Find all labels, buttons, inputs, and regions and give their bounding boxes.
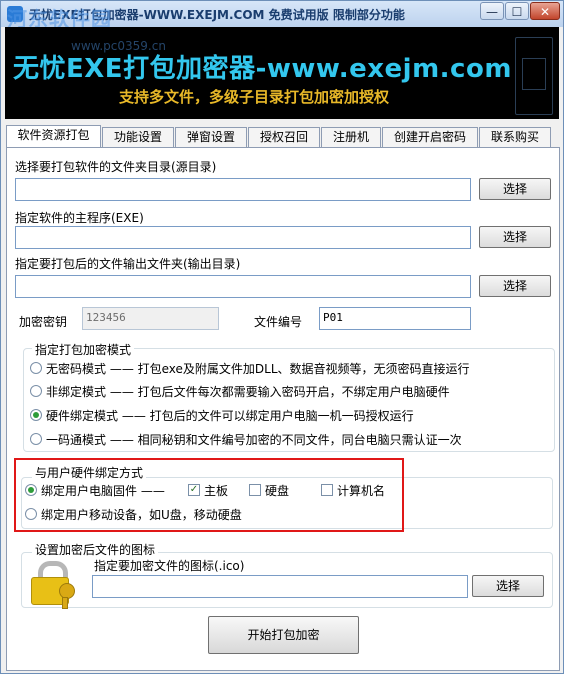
file-no-input[interactable]: P01: [319, 307, 471, 330]
tab-contact-purchase[interactable]: 联系购买: [479, 127, 551, 147]
watermark-url: www.pc0359.cn: [71, 39, 166, 53]
tab-license-recall[interactable]: 授权召回: [248, 127, 320, 147]
mode-unbound-radio[interactable]: [30, 385, 42, 397]
tab-keygen[interactable]: 注册机: [321, 127, 381, 147]
close-button[interactable]: ✕: [530, 2, 560, 20]
lock-key-icon: [31, 561, 77, 609]
mode-hardware-label[interactable]: 硬件绑定模式 —— 打包后的文件可以绑定用户电脑一机一码授权运行: [46, 407, 414, 424]
tab-function-settings[interactable]: 功能设置: [102, 127, 174, 147]
key-label: 加密密钥: [19, 315, 68, 329]
banner-decoration: [515, 37, 553, 115]
icon-file-label: 指定要加密文件的图标(.ico): [94, 559, 245, 573]
source-dir-label: 选择要打包软件的文件夹目录(源目录): [15, 160, 217, 174]
icon-file-input[interactable]: [92, 575, 468, 598]
output-dir-input[interactable]: [15, 275, 471, 298]
maximize-button[interactable]: ☐: [505, 2, 529, 20]
output-dir-label: 指定要打包后的文件输出文件夹(输出目录): [15, 257, 241, 271]
tab-resource-pack[interactable]: 软件资源打包: [6, 125, 101, 148]
mode-onecode-label[interactable]: 一码通模式 —— 相同秘钥和文件编号加密的不同文件，同台电脑只需认证一次: [46, 431, 462, 448]
mode-hardware-radio[interactable]: [30, 409, 42, 421]
file-no-label: 文件编号: [254, 315, 303, 329]
banner-title: 无忧EXE打包加密器-www.exejm.com: [13, 54, 512, 84]
main-exe-label: 指定软件的主程序(EXE): [15, 211, 144, 225]
mode-unbound-label[interactable]: 非绑定模式 —— 打包后文件每次都需要输入密码开启，不绑定用户电脑硬件: [46, 383, 450, 400]
mode-none-radio[interactable]: [30, 362, 42, 374]
highlight-box: [14, 458, 404, 532]
icon-group-title: 设置加密后文件的图标: [32, 541, 159, 558]
tab-popup-settings[interactable]: 弹窗设置: [175, 127, 247, 147]
icon-browse-button[interactable]: 选择: [472, 575, 544, 597]
mode-onecode-radio[interactable]: [30, 433, 42, 445]
app-window: 无忧EXE打包加密器-WWW.EXEJM.COM 免费试用版 限制部分功能 河东…: [0, 0, 564, 674]
tab-create-password[interactable]: 创建开启密码: [382, 127, 478, 147]
minimize-button[interactable]: —: [480, 2, 504, 20]
title-bar[interactable]: 无忧EXE打包加密器-WWW.EXEJM.COM 免费试用版 限制部分功能 河东…: [1, 1, 563, 31]
source-dir-browse-button[interactable]: 选择: [479, 178, 551, 200]
start-pack-button[interactable]: 开始打包加密: [208, 616, 359, 654]
main-exe-input[interactable]: [15, 226, 471, 249]
main-exe-browse-button[interactable]: 选择: [479, 226, 551, 248]
source-dir-input[interactable]: [15, 178, 471, 201]
key-input[interactable]: 123456: [82, 307, 219, 330]
mode-none-label[interactable]: 无密码模式 —— 打包exe及附属文件加DLL、数据音视频等，无须密码直接运行: [46, 360, 470, 377]
mode-group-title: 指定打包加密模式: [32, 341, 135, 358]
banner-subtitle: 支持多文件，多级子目录打包加密加授权: [119, 88, 390, 106]
output-dir-browse-button[interactable]: 选择: [479, 275, 551, 297]
